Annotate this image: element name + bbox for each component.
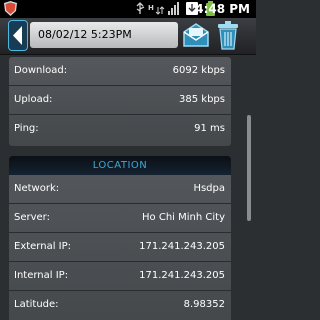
upload-row: Upload: 385 kbps [9,86,231,115]
trash-icon [218,21,238,50]
download-label: Download: [14,65,68,76]
svg-text:H: H [148,4,154,12]
mail-icon [183,23,209,47]
network-label: Network: [14,183,60,194]
internal-ip-row: Internal IP: 171.241.243.205 [9,262,231,291]
network-type-icon: H [148,4,165,15]
speed-card: Download: 6092 kbps Upload: 385 kbps Pin… [9,57,231,146]
ping-row: Ping: 91 ms [9,115,231,143]
back-button[interactable] [8,20,28,51]
internal-ip-value: 171.241.243.205 [139,270,225,281]
server-label: Server: [14,212,50,223]
network-value: Hsdpa [193,183,225,194]
back-arrow-icon [13,26,22,45]
delete-button[interactable] [216,20,240,51]
download-row: Download: 6092 kbps [9,57,231,86]
ping-value: 91 ms [194,123,225,134]
test-date: 08/02/12 5:23PM [30,22,178,48]
server-row: Server: Ho Chi Minh City [9,204,231,233]
result-content[interactable]: Download: 6092 kbps Upload: 385 kbps Pin… [0,55,256,320]
latitude-label: Latitude: [14,299,59,310]
download-value: 6092 kbps [172,65,225,76]
server-value: Ho Chi Minh City [142,212,225,223]
external-ip-row: External IP: 171.241.243.205 [9,233,231,262]
ping-label: Ping: [14,123,39,134]
location-card: LOCATION Network: Hsdpa Server: Ho Chi M… [9,156,231,320]
status-bar: H 4:48 PM [0,0,256,18]
network-row: Network: Hsdpa [9,175,231,204]
scrollbar[interactable] [247,115,251,221]
shield-icon [4,1,17,16]
signal-icon [168,2,179,15]
external-ip-value: 171.241.243.205 [139,241,225,252]
latitude-row: Latitude: 8.98352 [9,291,231,319]
latitude-value: 8.98352 [183,299,225,310]
header-toolbar: 08/02/12 5:23PM [0,18,256,55]
internal-ip-label: Internal IP: [14,270,69,281]
upload-value: 385 kbps [179,94,225,105]
upload-label: Upload: [14,94,53,105]
external-ip-label: External IP: [14,241,72,252]
status-time: 4:48 PM [195,2,250,16]
share-mail-button[interactable] [180,20,212,51]
location-heading: LOCATION [9,156,231,175]
usb-icon [136,2,145,14]
